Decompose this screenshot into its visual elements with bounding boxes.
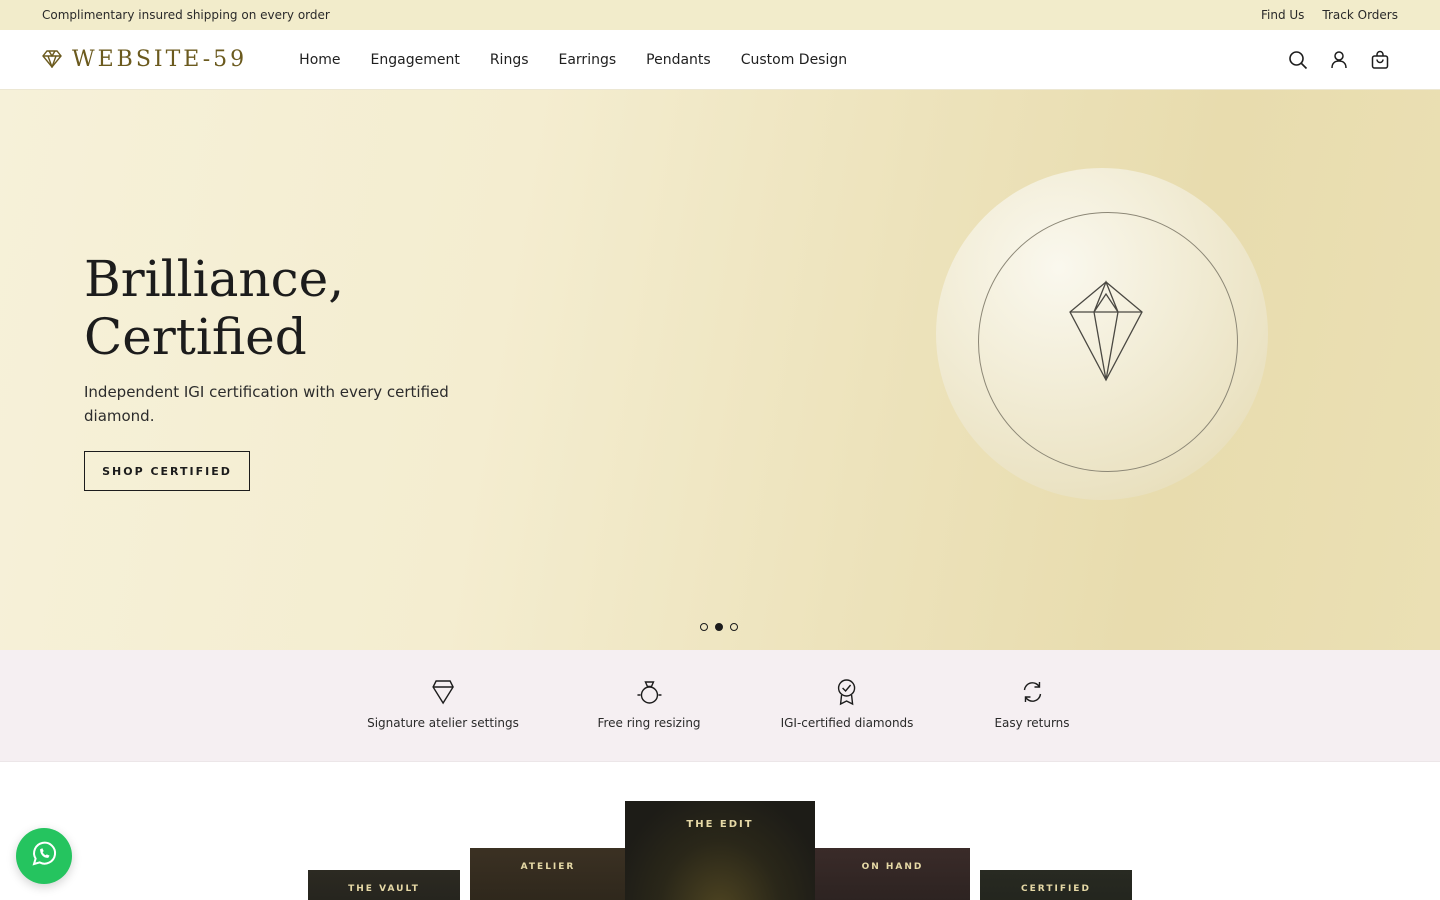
- collection-label: THE VAULT: [348, 884, 420, 894]
- whatsapp-button[interactable]: [16, 828, 72, 884]
- collection-card-on-hand[interactable]: ON HAND: [815, 848, 970, 900]
- collection-label: ATELIER: [520, 862, 576, 872]
- collection-label: CERTIFIED: [1021, 884, 1091, 894]
- feature-item: Easy returns: [994, 678, 1070, 730]
- slide-dot-2[interactable]: [715, 623, 723, 631]
- collections-row: THE VAULT ATELIER THE EDIT ON HAND CERTI…: [0, 762, 1440, 900]
- feature-label: Free ring resizing: [597, 716, 701, 730]
- nav-pendants[interactable]: Pendants: [646, 52, 711, 68]
- shop-certified-button[interactable]: SHOP CERTIFIED: [84, 451, 250, 491]
- search-icon[interactable]: [1288, 50, 1308, 70]
- nav-custom-design[interactable]: Custom Design: [741, 52, 847, 68]
- diamond-outline-icon: [429, 678, 457, 706]
- hero-title-line-2: Certified: [84, 308, 307, 366]
- announcement-text: Complimentary insured shipping on every …: [42, 8, 330, 22]
- hero-orb-illustration: [936, 168, 1268, 500]
- diamond-icon: [42, 48, 62, 72]
- whatsapp-icon: [30, 840, 58, 872]
- ring-icon: [635, 678, 663, 706]
- main-nav: Home Engagement Rings Earrings Pendants …: [299, 52, 847, 68]
- hero-title-line-1: Brilliance,: [84, 250, 345, 308]
- find-us-link[interactable]: Find Us: [1261, 8, 1304, 22]
- account-icon[interactable]: [1329, 50, 1349, 70]
- nav-engagement[interactable]: Engagement: [371, 52, 460, 68]
- collection-card-atelier[interactable]: ATELIER: [470, 848, 626, 900]
- feature-label: Easy returns: [994, 716, 1070, 730]
- hero-banner: Brilliance, Certified Independent IGI ce…: [0, 90, 1440, 650]
- logo[interactable]: WEBSITE-59: [42, 47, 247, 72]
- feature-item: Signature atelier settings: [367, 678, 519, 730]
- track-orders-link[interactable]: Track Orders: [1322, 8, 1398, 22]
- collection-card-the-edit[interactable]: THE EDIT: [625, 801, 815, 900]
- nav-earrings[interactable]: Earrings: [559, 52, 617, 68]
- hero-title: Brilliance, Certified: [84, 250, 484, 366]
- slide-dot-3[interactable]: [730, 623, 738, 631]
- slider-dots: [700, 623, 738, 631]
- feature-item: IGI-certified diamonds: [780, 678, 914, 730]
- cart-icon[interactable]: [1370, 50, 1390, 70]
- features-strip: Signature atelier settings Free ring res…: [0, 650, 1440, 762]
- collection-card-the-vault[interactable]: THE VAULT: [308, 870, 460, 900]
- feature-label: Signature atelier settings: [367, 716, 519, 730]
- collection-card-certified[interactable]: CERTIFIED: [980, 870, 1132, 900]
- certified-badge-icon: [833, 678, 861, 706]
- refresh-icon: [1018, 678, 1046, 706]
- nav-rings[interactable]: Rings: [490, 52, 529, 68]
- hero-subtitle: Independent IGI certification with every…: [84, 383, 449, 425]
- announcement-links: Find Us Track Orders: [1261, 8, 1398, 22]
- announcement-bar: Complimentary insured shipping on every …: [0, 0, 1440, 30]
- gem-outline-icon: [1068, 280, 1144, 386]
- feature-item: Free ring resizing: [597, 678, 701, 730]
- slide-dot-1[interactable]: [700, 623, 708, 631]
- feature-label: IGI-certified diamonds: [780, 716, 914, 730]
- nav-home[interactable]: Home: [299, 52, 340, 68]
- site-header: WEBSITE-59 Home Engagement Rings Earring…: [0, 30, 1440, 90]
- logo-text: WEBSITE-59: [72, 47, 248, 72]
- header-actions: [1288, 30, 1390, 90]
- collection-label: THE EDIT: [686, 819, 754, 830]
- collection-label: ON HAND: [861, 862, 924, 872]
